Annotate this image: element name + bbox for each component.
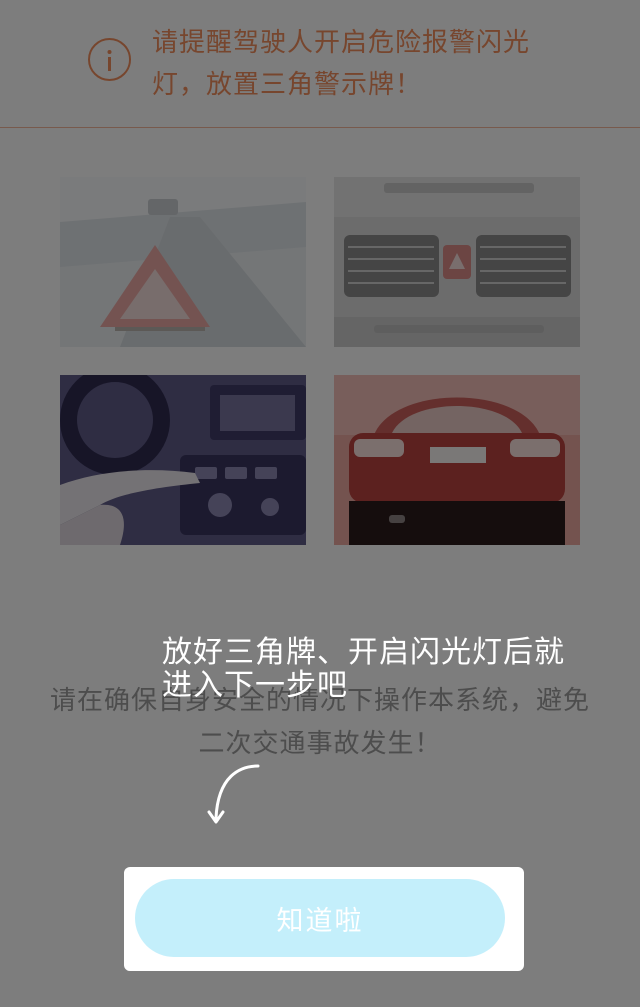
guide-overlay: 放好三角牌、开启闪光灯后就进入下一步吧 知道啦: [0, 0, 640, 1007]
got-it-button[interactable]: 知道啦: [135, 879, 505, 957]
curved-arrow-down-icon: [200, 760, 270, 834]
action-card: 知道啦: [124, 867, 524, 971]
hint-text: 放好三角牌、开启闪光灯后就进入下一步吧: [162, 635, 565, 703]
